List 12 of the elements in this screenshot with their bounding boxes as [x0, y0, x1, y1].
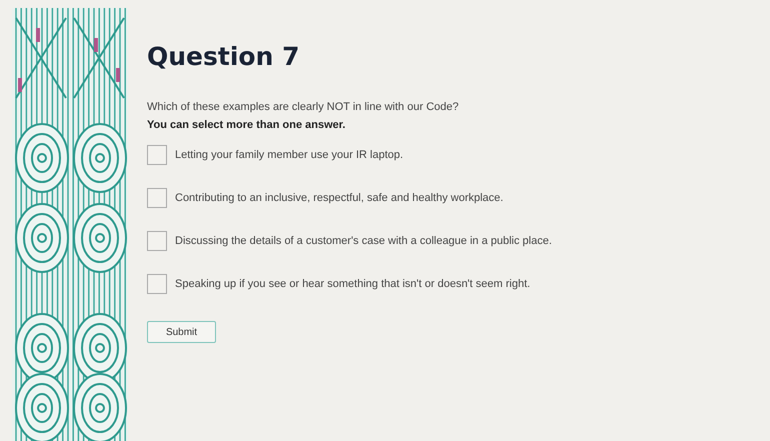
answer-label: Speaking up if you see or hear something that isn't or doesn't seem right. — [175, 278, 530, 290]
answer-label: Discussing the details of a customer's case with a colleague in a public place. — [175, 235, 552, 247]
submit-button[interactable]: Submit — [147, 321, 216, 343]
answer-checkbox[interactable] — [147, 231, 167, 251]
answer-checkbox[interactable] — [147, 274, 167, 294]
question-instruction: You can select more than one answer. — [147, 119, 346, 131]
answer-label: Contributing to an inclusive, respectful, safe and healthy workplace. — [175, 192, 504, 204]
question-prompt: Which of these examples are clearly NOT in line with our Code? — [147, 101, 459, 113]
answer-checkbox[interactable] — [147, 145, 167, 165]
answer-checkbox[interactable] — [147, 188, 167, 208]
answer-label: Letting your family member use your IR laptop. — [175, 149, 404, 161]
question-title: Question 7 — [147, 42, 300, 71]
